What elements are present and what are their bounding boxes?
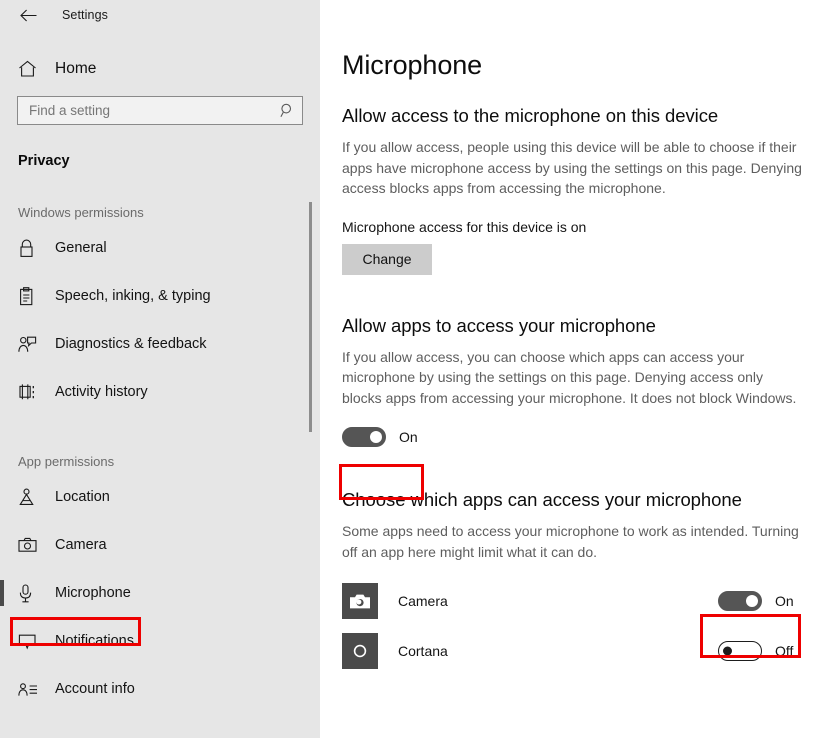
search-icon[interactable] (280, 103, 295, 118)
sidebar: Settings Home Privacy Windows permiss (0, 0, 320, 738)
allow-apps-toggle-label: On (399, 429, 418, 445)
section-heading-allow-apps: Allow apps to access your microphone (342, 314, 656, 336)
search-box[interactable] (17, 96, 303, 125)
sidebar-scrollbar[interactable] (306, 0, 316, 738)
sidebar-item-location[interactable]: Location (0, 473, 320, 521)
app-name: Camera (398, 593, 448, 609)
sidebar-item-label: Diagnostics & feedback (55, 336, 207, 352)
section-description-allow-apps: If you allow access, you can choose whic… (342, 348, 797, 406)
timeline-icon (18, 383, 44, 401)
camera-app-toggle[interactable] (718, 591, 762, 611)
microphone-icon (18, 583, 44, 603)
list-item: Cortana Off (342, 626, 821, 676)
allow-apps-toggle-row: On (342, 427, 821, 447)
group-header-app-permissions: App permissions (18, 454, 115, 469)
section-heading-device-access: Allow access to the microphone on this d… (342, 105, 719, 126)
camera-toggle-wrap: On (718, 591, 799, 611)
location-icon (18, 488, 44, 507)
cortana-toggle-wrap: Off (718, 641, 799, 661)
home-icon (18, 60, 44, 78)
sidebar-item-account-info[interactable]: Account info (0, 665, 320, 713)
window-title: Settings (62, 8, 108, 22)
back-button[interactable] (12, 2, 44, 28)
selection-indicator (0, 580, 4, 606)
sidebar-item-label: Notifications (55, 633, 134, 649)
sidebar-item-label: General (55, 240, 107, 256)
group-header-windows-permissions: Windows permissions (18, 205, 144, 220)
sidebar-item-activity-history[interactable]: Activity history (0, 368, 320, 416)
section-heading-choose-apps: Choose which apps can access your microp… (342, 489, 742, 510)
sidebar-item-label: Microphone (55, 585, 131, 601)
lock-icon (18, 239, 44, 258)
sidebar-item-label: Speech, inking, & typing (55, 288, 211, 304)
camera-app-icon (342, 583, 378, 619)
sidebar-item-label: Account info (55, 681, 135, 697)
device-access-status: Microphone access for this device is on (342, 218, 587, 235)
sidebar-item-label: Location (55, 489, 110, 505)
feedback-icon (18, 335, 44, 354)
change-button[interactable]: Change (342, 243, 432, 275)
section-description-choose-apps: Some apps need to access your microphone… (342, 523, 799, 560)
cortana-toggle-label: Off (775, 643, 794, 659)
sidebar-item-notifications[interactable]: Notifications (0, 617, 320, 665)
back-arrow-icon (19, 9, 37, 22)
cortana-app-toggle[interactable] (718, 641, 762, 661)
sidebar-item-diagnostics-feedback[interactable]: Diagnostics & feedback (0, 320, 320, 368)
list-item: Camera On (342, 576, 821, 626)
camera-toggle-label: On (775, 593, 794, 609)
page-title: Microphone (342, 50, 483, 80)
search-input[interactable] (29, 103, 276, 118)
category-title: Privacy (18, 153, 70, 169)
main-content: Microphone Allow access to the microphon… (320, 0, 835, 738)
sidebar-item-speech-inking-typing[interactable]: Speech, inking, & typing (0, 272, 320, 320)
toggle-knob (746, 595, 758, 607)
sidebar-item-home[interactable]: Home (0, 48, 320, 90)
home-label: Home (55, 60, 97, 77)
scrollbar-thumb[interactable] (309, 202, 312, 432)
account-icon (18, 682, 44, 697)
notification-icon (18, 633, 44, 650)
sidebar-item-label: Camera (55, 537, 107, 553)
sidebar-item-microphone[interactable]: Microphone (0, 569, 320, 617)
camera-icon (18, 537, 44, 553)
clipboard-icon (18, 286, 44, 306)
sidebar-item-camera[interactable]: Camera (0, 521, 320, 569)
allow-apps-toggle[interactable] (342, 427, 386, 447)
toggle-knob (723, 646, 732, 656)
cortana-app-icon (342, 633, 378, 669)
settings-window: Settings Home Privacy Windows permiss (0, 0, 835, 738)
app-permission-list: Camera On Cortana Off (342, 576, 821, 676)
app-name: Cortana (398, 643, 448, 659)
title-bar: Settings (0, 0, 320, 30)
section-description-device-access: If you allow access, people using this d… (342, 139, 802, 196)
toggle-knob (370, 431, 382, 443)
sidebar-item-general[interactable]: General (0, 224, 320, 272)
sidebar-item-label: Activity history (55, 384, 148, 400)
